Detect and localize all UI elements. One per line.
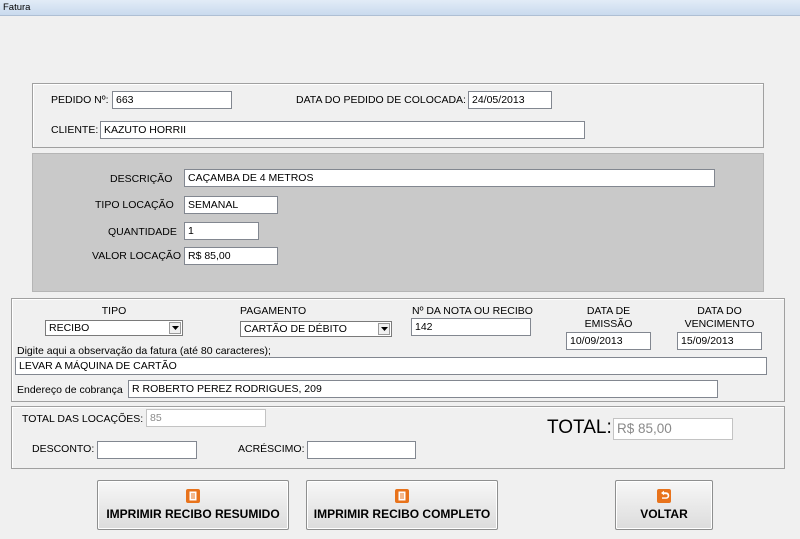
desconto-label: DESCONTO: xyxy=(32,443,95,455)
tipo-label: TIPO xyxy=(101,305,127,317)
document-icon xyxy=(186,489,200,503)
pagamento-select[interactable]: CARTÃO DE DÉBITO xyxy=(240,321,392,337)
descricao-label: DESCRIÇÃO xyxy=(110,173,173,185)
imprimir-resumido-label: IMPRIMIR RECIBO RESUMIDO xyxy=(106,507,280,521)
voltar-label: VOLTAR xyxy=(640,507,688,521)
tipo-select[interactable]: RECIBO xyxy=(45,320,183,336)
tipo-select-value: RECIBO xyxy=(49,322,90,334)
document-icon xyxy=(395,489,409,503)
pedido-label: PEDIDO Nº: xyxy=(51,94,109,106)
window-titlebar: Fatura xyxy=(0,0,800,16)
quantidade-field[interactable]: 1 xyxy=(184,222,259,240)
acrescimo-label: ACRÉSCIMO: xyxy=(238,443,305,455)
endereco-field[interactable]: R ROBERTO PEREZ RODRIGUES, 209 xyxy=(128,380,718,398)
emissao-field[interactable]: 10/09/2013 xyxy=(566,332,651,350)
imprimir-resumido-button[interactable]: IMPRIMIR RECIBO RESUMIDO xyxy=(97,480,289,530)
chevron-down-icon[interactable] xyxy=(378,323,390,335)
data-pedido-label: DATA DO PEDIDO DE COLOCADA: xyxy=(296,94,466,106)
descricao-field[interactable]: CAÇAMBA DE 4 METROS xyxy=(184,169,715,187)
nota-label: Nº DA NOTA OU RECIBO xyxy=(412,305,533,317)
pagamento-select-value: CARTÃO DE DÉBITO xyxy=(244,323,347,335)
back-arrow-icon xyxy=(657,489,671,503)
total-field: R$ 85,00 xyxy=(613,418,733,440)
imprimir-completo-label: IMPRIMIR RECIBO COMPLETO xyxy=(313,507,491,521)
acrescimo-field[interactable] xyxy=(307,441,416,459)
data-pedido-field[interactable]: 24/05/2013 xyxy=(468,91,552,109)
nota-field[interactable]: 142 xyxy=(411,318,531,336)
imprimir-completo-button[interactable]: IMPRIMIR RECIBO COMPLETO xyxy=(306,480,498,530)
vencimento-label-2: VENCIMENTO xyxy=(684,318,755,330)
quantidade-label: QUANTIDADE xyxy=(108,226,177,238)
vencimento-label-1: DATA DO xyxy=(697,305,742,317)
endereco-label: Endereço de cobrança xyxy=(17,384,123,396)
valor-locacao-field[interactable]: R$ 85,00 xyxy=(184,247,278,265)
tipo-locacao-field[interactable]: SEMANAL xyxy=(184,196,278,214)
voltar-button[interactable]: VOLTAR xyxy=(615,480,713,530)
emissao-label-2: EMISSÃO xyxy=(584,318,633,330)
pedido-field[interactable]: 663 xyxy=(112,91,232,109)
window-title: Fatura xyxy=(3,2,31,13)
tipo-locacao-label: TIPO LOCAÇÃO xyxy=(95,199,174,211)
cliente-field[interactable]: KAZUTO HORRII xyxy=(100,121,585,139)
total-locacoes-label: TOTAL DAS LOCAÇÕES: xyxy=(22,413,144,425)
cliente-label: CLIENTE: xyxy=(51,124,99,136)
observacao-label: Digite aqui a observação da fatura (até … xyxy=(17,345,271,357)
desconto-field[interactable] xyxy=(97,441,197,459)
emissao-label-1: DATA DE xyxy=(586,305,631,317)
total-locacoes-field: 85 xyxy=(146,409,266,427)
observacao-field[interactable]: LEVAR A MÁQUINA DE CARTÃO xyxy=(15,357,767,375)
chevron-down-icon[interactable] xyxy=(169,322,181,334)
valor-locacao-label: VALOR LOCAÇÃO xyxy=(92,250,182,262)
pagamento-label: PAGAMENTO xyxy=(240,305,307,317)
total-label: TOTAL: xyxy=(547,417,612,438)
vencimento-field[interactable]: 15/09/2013 xyxy=(677,332,762,350)
